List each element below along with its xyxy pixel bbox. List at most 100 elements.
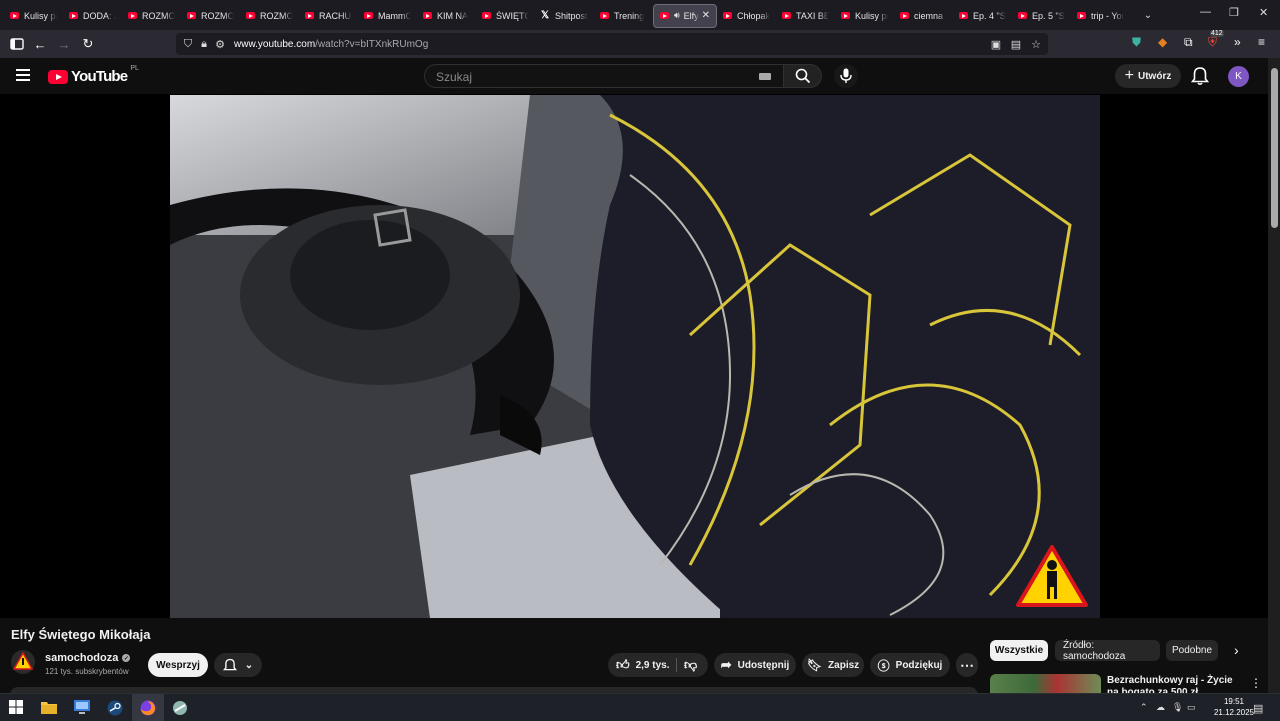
- browser-tab[interactable]: Kulisy pr: [835, 4, 894, 28]
- windows-start-icon[interactable]: [9, 700, 25, 716]
- extension-fox-icon[interactable]: ◆: [1158, 35, 1167, 49]
- browser-tab[interactable]: Kulisy pr: [4, 4, 63, 28]
- thanks-button[interactable]: ⓢ Podziękuj: [870, 653, 950, 677]
- voice-search-button[interactable]: [834, 64, 858, 88]
- chevron-down-icon: ⌄: [244, 659, 254, 671]
- chips-next-chevron-icon[interactable]: ›: [1234, 642, 1250, 660]
- tray-onedrive-icon[interactable]: ☁︎: [1156, 702, 1165, 713]
- search-button[interactable]: [784, 64, 822, 88]
- share-button[interactable]: ➦ Udostępnij: [714, 653, 796, 677]
- dislike-button[interactable]: 👎︎: [684, 657, 697, 673]
- browser-tab[interactable]: ROZMO: [240, 4, 299, 28]
- system-clock[interactable]: 19:51 21.12.2025: [1214, 696, 1254, 718]
- account-avatar[interactable]: K: [1228, 66, 1249, 87]
- tab-close-icon[interactable]: ✕: [702, 10, 710, 21]
- youtube-icon: [723, 12, 732, 19]
- reload-icon[interactable]: ↻: [78, 34, 98, 54]
- browser-tab[interactable]: MammO: [358, 4, 417, 28]
- browser-tab[interactable]: RACHUN: [299, 4, 358, 28]
- tab-label: TAXI BEZ: [796, 10, 829, 21]
- browser-tab[interactable]: KIM NA: [417, 4, 476, 28]
- bookmark-star-icon[interactable]: ☆: [1028, 38, 1044, 51]
- browser-tab[interactable]: Ep. 4 "Se: [953, 4, 1012, 28]
- firefox-icon[interactable]: [140, 700, 156, 716]
- youtube-icon: [246, 12, 255, 19]
- sidebar-toggle-icon[interactable]: [7, 34, 27, 54]
- browser-tab[interactable]: ciemna s: [894, 4, 953, 28]
- network-tool-icon[interactable]: [172, 700, 188, 716]
- reader-view-icon[interactable]: ▤: [1008, 38, 1024, 51]
- keyboard-icon[interactable]: [759, 73, 771, 80]
- chip-related[interactable]: Podobne: [1166, 640, 1218, 661]
- notifications-button[interactable]: [1190, 66, 1210, 86]
- browser-tab[interactable]: DODA: Z: [63, 4, 122, 28]
- url-text[interactable]: www.youtube.com/watch?v=bITXnkRUmOg: [234, 39, 428, 50]
- shield-icon[interactable]: ⛉: [180, 38, 196, 51]
- tab-audio-icon[interactable]: 🔊︎: [674, 10, 680, 21]
- clock-time: 19:51: [1223, 697, 1244, 706]
- overflow-chevron-icon[interactable]: »: [1234, 35, 1241, 49]
- tab-label: MammO: [378, 10, 411, 21]
- youtube-icon: [482, 12, 491, 19]
- browser-tab[interactable]: Ep. 5 "Se: [1012, 4, 1071, 28]
- youtube-logo[interactable]: YouTube PL: [48, 65, 139, 85]
- search-box[interactable]: [424, 64, 784, 88]
- ublock-icon[interactable]: ⛨ 412: [1208, 30, 1224, 50]
- tab-label: ciemna s: [914, 10, 947, 21]
- save-button[interactable]: 🔖︎ Zapisz: [802, 653, 864, 677]
- steam-icon[interactable]: [107, 700, 123, 716]
- search-input[interactable]: [434, 69, 758, 85]
- lock-icon[interactable]: 🔒︎: [196, 38, 212, 51]
- extensions-icon[interactable]: ⧉: [1184, 35, 1193, 50]
- picture-in-picture-icon[interactable]: ▣: [988, 38, 1004, 51]
- browser-tab[interactable]: ROZMO: [122, 4, 181, 28]
- subscriber-count: 121 tys. subskrybentów: [45, 667, 129, 676]
- restore-icon[interactable]: ❐: [1229, 6, 1239, 19]
- youtube-icon: [305, 12, 314, 19]
- browser-tab[interactable]: ŚWIĘTC: [476, 4, 535, 28]
- remote-desktop-icon[interactable]: [74, 700, 90, 716]
- subscription-notifications-button[interactable]: ⌄: [214, 653, 262, 677]
- app-menu-icon[interactable]: ≡: [1258, 35, 1265, 49]
- channel-avatar[interactable]: [11, 650, 35, 674]
- youtube-icon: [959, 12, 968, 19]
- more-vert-icon[interactable]: ⋮: [1250, 676, 1262, 690]
- chip-from-channel[interactable]: Źródło: samochodoza: [1055, 640, 1160, 662]
- channel-name[interactable]: samochodoza ✓: [45, 652, 131, 664]
- tray-microphone-icon[interactable]: 🎙︎: [1172, 702, 1183, 713]
- video-frame[interactable]: [170, 95, 1100, 618]
- guide-menu-icon[interactable]: [16, 69, 30, 81]
- more-actions-button[interactable]: ⋯: [956, 653, 978, 677]
- browser-tab[interactable]: TAXI BEZ: [776, 4, 835, 28]
- video-player[interactable]: [0, 94, 1268, 618]
- chip-all[interactable]: Wszystkie: [990, 640, 1048, 661]
- browser-tab[interactable]: Chłopak: [717, 4, 776, 28]
- like-button[interactable]: 👍︎ 2,9 tys. 👎︎: [608, 653, 708, 677]
- tab-label: trip - You: [1091, 10, 1124, 21]
- close-window-icon[interactable]: ✕: [1259, 6, 1268, 19]
- back-icon[interactable]: ←: [30, 34, 50, 54]
- join-button[interactable]: Wesprzyj: [148, 653, 208, 677]
- scrollbar-thumb[interactable]: [1271, 68, 1278, 228]
- browser-tab[interactable]: ROZMO: [181, 4, 240, 28]
- tab-label: Kulisy pr: [24, 10, 57, 21]
- like-count: 2,9 tys.: [635, 659, 670, 671]
- tab-label: Chłopak: [737, 10, 770, 21]
- country-code: PL: [130, 65, 139, 72]
- notification-center-icon[interactable]: ▤: [1253, 702, 1263, 715]
- browser-tab[interactable]: trip - You: [1071, 4, 1130, 28]
- page-scrollbar[interactable]: [1268, 58, 1280, 706]
- create-button[interactable]: + Utwórz: [1115, 64, 1181, 88]
- browser-tab[interactable]: Trening: [594, 4, 653, 28]
- tray-network-icon[interactable]: ▭: [1187, 702, 1196, 713]
- forward-icon[interactable]: →: [54, 34, 74, 54]
- permissions-icon[interactable]: ⚙︎: [212, 38, 228, 51]
- file-explorer-icon[interactable]: [41, 700, 57, 716]
- browser-tab[interactable]: 🔊︎ Elfy ✕: [653, 3, 717, 28]
- browser-tab[interactable]: 𝕏 Shitpost: [535, 4, 594, 28]
- list-all-tabs-button[interactable]: ⌄: [1138, 10, 1158, 21]
- minimize-icon[interactable]: —: [1200, 6, 1211, 18]
- address-bar[interactable]: ⛉ 🔒︎ ⚙︎ www.youtube.com/watch?v=bITXnkRU…: [176, 33, 1048, 55]
- tray-chevron-up-icon[interactable]: ⌃: [1140, 702, 1148, 713]
- extension-shield-icon[interactable]: ⛊: [1132, 35, 1141, 50]
